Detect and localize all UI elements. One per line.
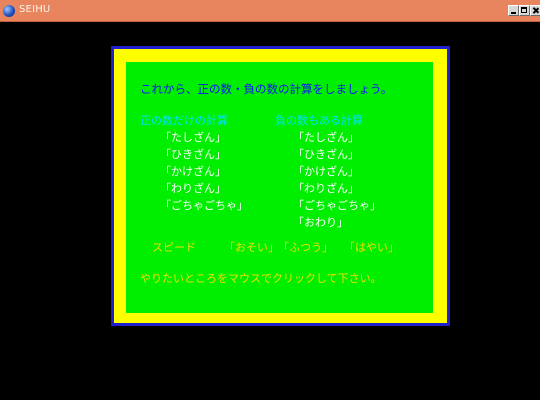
with-negative-heading: 負の数もある計算 — [275, 114, 363, 127]
app-globe-icon[interactable] — [3, 5, 15, 17]
positive-only-heading: 正の数だけの計算 — [140, 114, 228, 127]
positive-addition-item[interactable]: 「たしざん」 — [160, 131, 226, 144]
positive-multiplication-item[interactable]: 「かけざん」 — [160, 165, 226, 178]
instruction-text: やりたいところをマウスでクリックして下さい。 — [140, 272, 382, 285]
window-title: SEIHU — [19, 4, 51, 15]
speed-fast-option[interactable]: 「はやい」 — [344, 241, 399, 254]
title-bar[interactable]: SEIHU — [0, 0, 540, 22]
positive-subtraction-item[interactable]: 「ひきざん」 — [160, 148, 226, 161]
negative-division-item[interactable]: 「わりざん」 — [293, 182, 359, 195]
app-window: SEIHU これから、正の数・負の数の計算をしましょう。 正の数だけの計算 負の… — [0, 0, 540, 400]
positive-mixed-item[interactable]: 「ごちゃごちゃ」 — [160, 199, 248, 212]
speed-slow-option[interactable]: 「おそい」 — [224, 241, 279, 254]
negative-multiplication-item[interactable]: 「かけざん」 — [293, 165, 359, 178]
quit-item[interactable]: 「おわり」 — [293, 216, 348, 229]
minimize-icon[interactable] — [508, 5, 519, 16]
negative-mixed-item[interactable]: 「ごちゃごちゃ」 — [293, 199, 381, 212]
positive-division-item[interactable]: 「わりざん」 — [160, 182, 226, 195]
speed-label: スピード — [152, 241, 196, 254]
speed-normal-option[interactable]: 「ふつう」 — [278, 241, 333, 254]
close-icon[interactable] — [530, 5, 540, 16]
negative-subtraction-item[interactable]: 「ひきざん」 — [293, 148, 359, 161]
intro-text: これから、正の数・負の数の計算をしましょう。 — [140, 82, 393, 96]
negative-addition-item[interactable]: 「たしざん」 — [293, 131, 359, 144]
maximize-icon[interactable] — [519, 5, 530, 16]
